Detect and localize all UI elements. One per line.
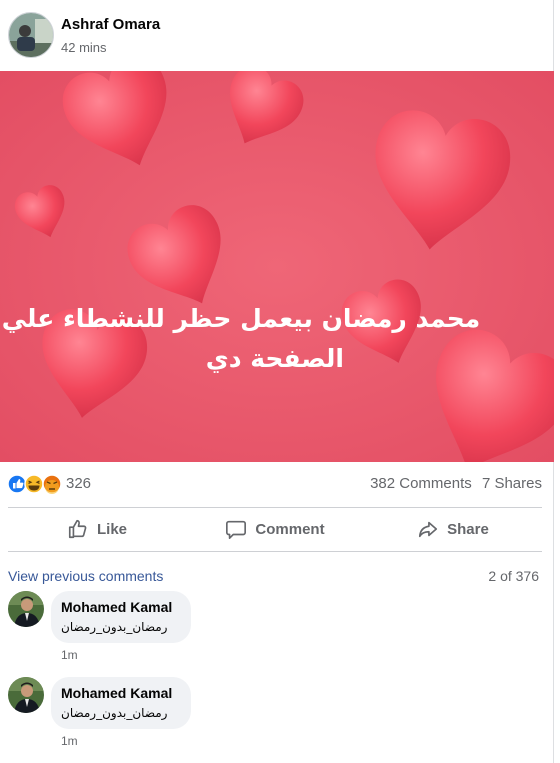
- comment-item: Mohamed Kamal رمضان_بدون_رمضان 1m: [8, 591, 548, 671]
- like-icon: [7, 474, 27, 494]
- commenter-avatar[interactable]: [8, 677, 44, 713]
- comment-text: رمضان_بدون_رمضان: [61, 706, 168, 720]
- haha-icon: [24, 474, 44, 494]
- shares-count[interactable]: 7 Shares: [482, 475, 542, 492]
- comment-bubble: Mohamed Kamal رمضان_بدون_رمضان: [51, 591, 191, 643]
- like-icon: [68, 519, 87, 539]
- post-image[interactable]: محمد رمضان بيعمل حظر للنشطاء علي الصفحة …: [0, 71, 554, 462]
- comment-item: Mohamed Kamal رمضان_بدون_رمضان 1m: [8, 677, 548, 757]
- commenter-name[interactable]: Mohamed Kamal: [61, 599, 172, 615]
- reaction-icons[interactable]: [7, 474, 64, 494]
- reactions-count[interactable]: 326: [66, 475, 91, 492]
- image-caption: محمد رمضان بيعمل حظر للنشطاء علي الصفحة …: [0, 299, 554, 379]
- angry-icon: [42, 474, 62, 494]
- image-caption-line1: محمد رمضان بيعمل حظر للنشطاء علي: [1, 304, 481, 333]
- divider: [8, 551, 542, 552]
- post-stats: 326 382 Comments 7 Shares: [7, 472, 542, 496]
- view-previous-comments-link[interactable]: View previous comments: [8, 568, 163, 584]
- post-card: Ashraf Omara 42 mins محمد رمضان بيعمل حظ…: [0, 0, 554, 763]
- author-avatar[interactable]: [8, 12, 54, 58]
- comments-pager: 2 of 376: [488, 568, 539, 584]
- like-label: Like: [96, 520, 127, 538]
- commenter-name[interactable]: Mohamed Kamal: [61, 685, 172, 701]
- share-label: Share: [447, 520, 489, 538]
- comment-bubble: Mohamed Kamal رمضان_بدون_رمضان: [51, 677, 191, 729]
- post-time[interactable]: 42 mins: [61, 40, 107, 55]
- commenter-avatar[interactable]: [8, 591, 44, 627]
- comment-button[interactable]: Comment: [186, 510, 364, 548]
- comment-text: رمضان_بدون_رمضان: [61, 620, 168, 634]
- post-actions: Like Comment Share: [8, 510, 542, 548]
- hearts-background: [0, 71, 554, 462]
- divider: [8, 507, 542, 508]
- comment-icon: [226, 520, 247, 539]
- image-caption-line2: الصفحة دي: [205, 344, 344, 373]
- share-icon: [419, 521, 438, 538]
- comment-time[interactable]: 1m: [61, 648, 78, 662]
- share-button[interactable]: Share: [364, 510, 542, 548]
- comments-count[interactable]: 382 Comments: [370, 475, 472, 492]
- author-name[interactable]: Ashraf Omara: [61, 16, 160, 33]
- comment-label: Comment: [255, 520, 325, 538]
- comment-time[interactable]: 1m: [61, 734, 78, 748]
- comments-shares: 382 Comments 7 Shares: [364, 475, 542, 492]
- like-button[interactable]: Like: [8, 510, 186, 548]
